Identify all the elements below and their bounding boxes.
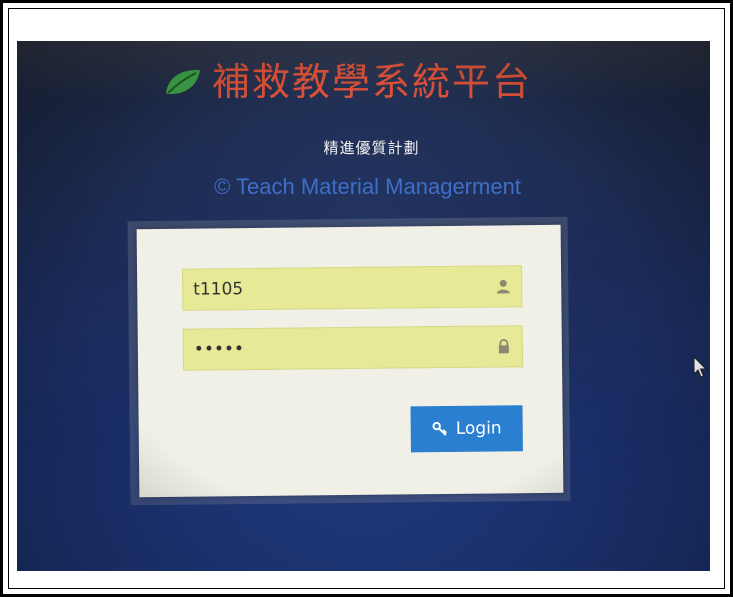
- mouse-cursor-icon: [693, 356, 707, 378]
- leaf-icon: [166, 69, 200, 95]
- login-button[interactable]: Login: [410, 405, 523, 453]
- login-panel: Login: [136, 224, 564, 498]
- username-input[interactable]: [183, 266, 522, 310]
- username-field[interactable]: [182, 265, 523, 311]
- password-input[interactable]: [183, 326, 523, 370]
- app-title: 補救教學系統平台: [212, 60, 533, 104]
- app-subtitle: 精進優質計劃: [323, 139, 420, 157]
- user-icon: [496, 279, 510, 294]
- login-screen: 補救教學系統平台 精進優質計劃 © Teach Material Manager…: [17, 41, 710, 571]
- brand-header: 補救教學系統平台: [162, 63, 532, 101]
- copyright-text: © Teach Material Managerment: [214, 174, 521, 199]
- key-icon: [432, 421, 448, 436]
- lock-icon: [498, 339, 509, 354]
- login-button-label: Login: [455, 418, 502, 439]
- password-field[interactable]: [182, 325, 524, 371]
- screenshot-frame: 補救教學系統平台 精進優質計劃 © Teach Material Manager…: [0, 0, 733, 597]
